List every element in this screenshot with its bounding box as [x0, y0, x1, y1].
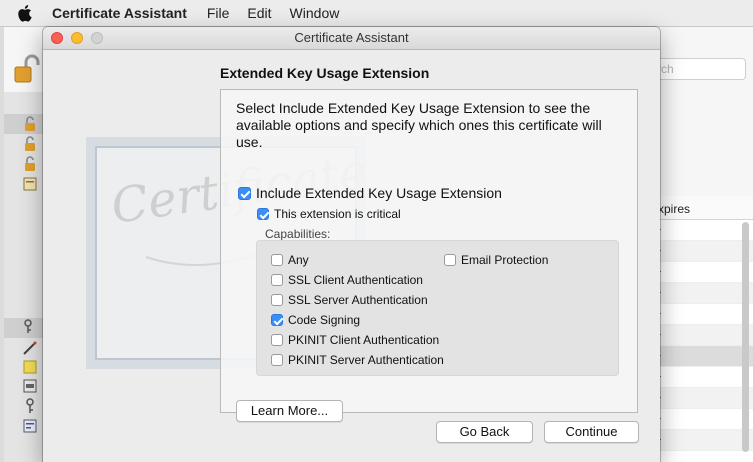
list-row[interactable]: [652, 262, 753, 283]
key-icon[interactable]: [22, 318, 38, 334]
capability-ssl-client-label[interactable]: SSL Client Authentication: [288, 273, 423, 287]
capability-code-signing-label[interactable]: Code Signing: [288, 313, 360, 327]
search-field[interactable]: rch: [650, 58, 746, 80]
capability-ssl-server-label[interactable]: SSL Server Authentication: [288, 293, 428, 307]
learn-more-button[interactable]: Learn More...: [236, 400, 343, 422]
capability-ssl-client-checkbox[interactable]: [271, 274, 283, 286]
go-back-button[interactable]: Go Back: [436, 421, 533, 443]
keychain-icon[interactable]: [22, 136, 38, 152]
list-row[interactable]: [652, 409, 753, 430]
capabilities-box: Any SSL Client Authentication SSL Server…: [256, 240, 619, 376]
keychain-icon[interactable]: [22, 116, 38, 132]
list-row[interactable]: [652, 241, 753, 262]
capability-any-checkbox[interactable]: [271, 254, 283, 266]
capability-email-protection-label[interactable]: Email Protection: [461, 253, 548, 267]
menu-edit[interactable]: Edit: [247, 5, 271, 21]
list-row[interactable]: [652, 283, 753, 304]
capability-ssl-server-checkbox[interactable]: [271, 294, 283, 306]
continue-button[interactable]: Continue: [544, 421, 639, 443]
section-title: Extended Key Usage Extension: [220, 65, 430, 81]
menu-bar: Certificate Assistant File Edit Window: [0, 0, 753, 27]
pen-icon[interactable]: [22, 340, 38, 356]
lock-icon[interactable]: [14, 54, 40, 84]
description-text: Select Include Extended Key Usage Extens…: [236, 100, 602, 150]
list-row[interactable]: [652, 220, 753, 241]
list-row[interactable]: [652, 325, 753, 346]
list-header-expires[interactable]: xpires: [652, 196, 753, 220]
dialog-title: Certificate Assistant: [294, 30, 409, 45]
zoom-button[interactable]: [91, 32, 103, 44]
certificate-assistant-dialog: Certificate Assistant Certificate Extend…: [43, 27, 660, 462]
lock-icon[interactable]: [22, 156, 38, 172]
capability-pkinit-server-checkbox[interactable]: [271, 354, 283, 366]
note-icon[interactable]: [22, 359, 38, 375]
list-row[interactable]: [652, 346, 753, 367]
certificate-icon[interactable]: [22, 418, 38, 434]
close-button[interactable]: [51, 32, 63, 44]
capability-pkinit-client-checkbox[interactable]: [271, 334, 283, 346]
menu-app-name[interactable]: Certificate Assistant: [52, 5, 187, 21]
minimize-button[interactable]: [71, 32, 83, 44]
scrollbar[interactable]: [742, 222, 749, 452]
certificate-list[interactable]: xpires: [652, 196, 753, 462]
key-icon[interactable]: [22, 398, 38, 414]
list-row[interactable]: [652, 367, 753, 388]
menu-file[interactable]: File: [207, 5, 230, 21]
apple-icon[interactable]: [18, 4, 34, 22]
capability-code-signing-checkbox[interactable]: [271, 314, 283, 326]
include-extension-checkbox[interactable]: [238, 187, 251, 200]
capabilities-label: Capabilities:: [265, 227, 331, 241]
critical-label[interactable]: This extension is critical: [274, 207, 401, 221]
certificate-icon[interactable]: [22, 378, 38, 394]
include-extension-label[interactable]: Include Extended Key Usage Extension: [256, 185, 502, 201]
menu-window[interactable]: Window: [290, 5, 340, 21]
capability-pkinit-server-label[interactable]: PKINIT Server Authentication: [288, 353, 444, 367]
options-panel: Select Include Extended Key Usage Extens…: [220, 89, 638, 422]
list-row[interactable]: [652, 304, 753, 325]
capability-email-protection-checkbox[interactable]: [444, 254, 456, 266]
list-row[interactable]: [652, 430, 753, 451]
list-row[interactable]: [652, 388, 753, 409]
capability-pkinit-client-label[interactable]: PKINIT Client Authentication: [288, 333, 439, 347]
capability-any-label[interactable]: Any: [288, 253, 309, 267]
critical-checkbox[interactable]: [257, 208, 269, 220]
certificate-icon[interactable]: [22, 176, 38, 192]
dialog-titlebar: Certificate Assistant: [43, 27, 660, 50]
